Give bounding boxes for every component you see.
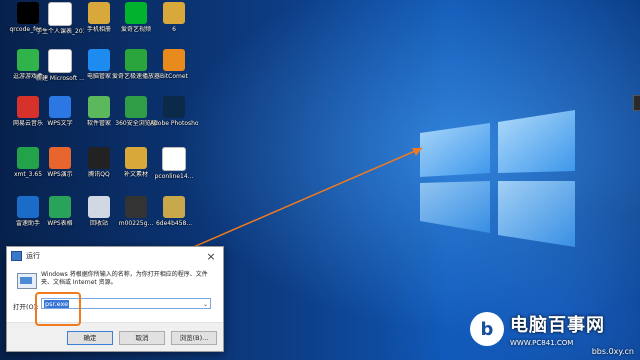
document-icon: [48, 2, 72, 26]
watermark-title: 电脑百事网: [510, 315, 605, 336]
run-dialog-title: 运行: [26, 252, 40, 260]
watermark-logo-icon: b: [470, 312, 504, 346]
desktop-icon[interactable]: 6: [150, 2, 198, 33]
desktop-icon[interactable]: 6de4b458...: [150, 196, 198, 227]
photoshop-icon: [163, 96, 185, 118]
folder-icon: [163, 2, 185, 24]
run-app-icon: [11, 251, 22, 261]
watermark-url: bbs.0xy.cn: [591, 347, 634, 356]
shield-icon: [88, 49, 110, 71]
wps-presentation-icon: [49, 147, 71, 169]
highlight-box: [35, 292, 81, 326]
desktop-icon-label: BitComet: [160, 73, 188, 80]
ok-button[interactable]: 确定: [67, 331, 113, 345]
image-file-icon: [163, 196, 185, 218]
wps-writer-icon: [49, 96, 71, 118]
desktop-icon[interactable]: Adobe Photosho...: [150, 96, 198, 127]
wps-spreadsheet-icon: [49, 196, 71, 218]
windows-logo-icon: [420, 110, 575, 247]
run-description: Windows 将根据你所输入的名称，为你打开相应的程序、文件夹、文档或 Int…: [41, 271, 208, 286]
cancel-button[interactable]: 取消: [119, 331, 165, 345]
desktop-icon-label: Adobe Photosho...: [150, 120, 198, 127]
chevron-down-icon[interactable]: ⌄: [203, 299, 208, 310]
player-icon: [125, 49, 147, 71]
watermark: b 电脑百事网 WWW.PC841.COM bbs.0xy.cn: [470, 300, 640, 358]
run-dialog-titlebar[interactable]: 运行: [7, 247, 223, 265]
desktop-icon-label: pconline14...: [154, 173, 194, 180]
bitcomet-icon: [163, 49, 185, 71]
run-dialog-footer: 确定 取消 浏览(B)...: [7, 322, 223, 351]
desktop-icon[interactable]: BitComet: [150, 49, 198, 80]
desktop-icon-label: 6: [172, 26, 176, 33]
browse-button[interactable]: 浏览(B)...: [171, 331, 217, 345]
watermark-subtitle: WWW.PC841.COM: [510, 339, 574, 347]
close-icon[interactable]: ×: [199, 247, 223, 265]
browser-icon: [125, 96, 147, 118]
software-manager-icon: [88, 96, 110, 118]
document-icon: [48, 49, 72, 73]
iqiyi-icon: [125, 2, 147, 24]
document-icon: [162, 147, 186, 171]
recycle-bin-icon: [88, 196, 110, 218]
desktop-icon[interactable]: pconline14...: [150, 147, 198, 180]
desktop-icon-label: 6de4b458...: [155, 220, 193, 227]
run-program-icon: [17, 273, 37, 289]
qq-icon: [88, 147, 110, 169]
folder-icon: [88, 2, 110, 24]
window-edge: [633, 95, 640, 111]
folder-icon: [125, 147, 147, 169]
image-file-icon: [125, 196, 147, 218]
